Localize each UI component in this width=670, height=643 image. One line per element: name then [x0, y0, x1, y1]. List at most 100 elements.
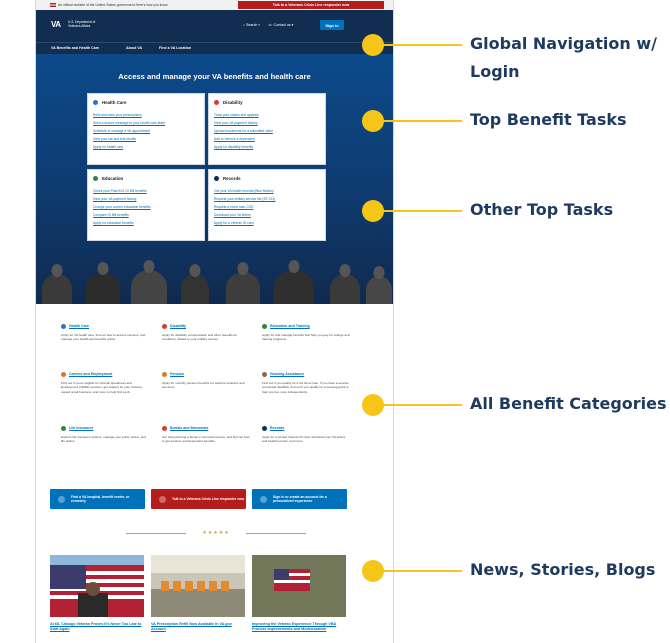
news-title[interactable]: At 68, Chicago Veteran Proves It's Never…	[50, 622, 146, 632]
task-link[interactable]: Schedule or manage a VA appointment	[93, 127, 165, 135]
benefit-description: Get help planning a burial or memorial s…	[162, 435, 250, 444]
benefit-title[interactable]: Pension	[170, 372, 184, 376]
user-icon	[260, 495, 267, 503]
callout-news-stories-blogs: News, Stories, Blogs	[470, 560, 656, 579]
pension-icon	[162, 372, 167, 377]
task-link[interactable]: Change your current education benefits	[93, 203, 151, 211]
task-link[interactable]: Compare GI Bill benefits	[93, 211, 151, 219]
task-link[interactable]: Apply for a Veteran ID card	[214, 219, 275, 227]
task-link[interactable]: Apply for health care	[93, 143, 165, 151]
benefit-description: Apply for and manage benefits that help …	[262, 333, 350, 342]
benefit-title[interactable]: Burials and Memorials	[170, 426, 208, 430]
news-image-uniform[interactable]	[252, 555, 346, 617]
benefit-title[interactable]: Records	[270, 426, 284, 430]
nav-item-find-location[interactable]: Find a VA Location	[159, 46, 191, 50]
va-homepage-screenshot: An official website of the United States…	[36, 0, 393, 643]
task-link[interactable]: Add or remove a dependent	[214, 135, 273, 143]
task-card-health-care: Health Care Refill and track your prescr…	[87, 93, 205, 165]
news-title[interactable]: VA Prescription Refill Now Available in …	[151, 622, 247, 632]
task-link[interactable]: Refill and track your prescriptions	[93, 111, 165, 119]
card-title: Records	[223, 176, 241, 181]
nav-item-benefits[interactable]: VA Benefits and Health Care	[51, 46, 99, 50]
divider-right	[246, 533, 306, 534]
task-link[interactable]: Get your VA health records (Blue Button)	[214, 187, 275, 195]
header-contact[interactable]: ☏ Contact us ▾	[268, 23, 294, 27]
divider-left	[126, 533, 186, 534]
stars-divider: ★★★★★	[202, 530, 230, 536]
task-link[interactable]: Apply for education benefits	[93, 219, 151, 227]
education-icon	[262, 324, 267, 329]
news-title[interactable]: Improving the Veteran Experience Through…	[252, 622, 348, 632]
crisis-line-banner[interactable]: Talk to a Veterans Crisis Line responder…	[238, 1, 384, 9]
callout-marker	[362, 200, 384, 222]
health-care-icon	[61, 324, 66, 329]
va-logo[interactable]: VA	[51, 20, 61, 29]
veteran-photo	[131, 260, 167, 304]
card-title: Health Care	[102, 100, 127, 105]
benefit-title[interactable]: Education and Training	[270, 324, 310, 328]
card-title: Disability	[223, 100, 243, 105]
sign-in-button[interactable]: Sign in	[320, 20, 344, 30]
disability-icon	[162, 324, 167, 329]
task-card-records: Records Get your VA health records (Blue…	[208, 169, 326, 241]
benefit-title[interactable]: Health Care	[69, 324, 89, 328]
veteran-photo	[181, 264, 209, 304]
education-icon	[93, 176, 98, 181]
site-header: VA U.S. Department of Veterans Affairs ⌕…	[36, 10, 393, 42]
health-care-icon	[93, 100, 98, 105]
news-image-pharmacy[interactable]	[151, 555, 245, 617]
task-card-disability: Disability Track your claims and appeals…	[208, 93, 326, 165]
task-card-education: Education Check your Post-9/11 GI Bill b…	[87, 169, 205, 241]
callout-marker	[362, 34, 384, 56]
task-link[interactable]: View your lab and test results	[93, 135, 165, 143]
benefit-title[interactable]: Life Insurance	[69, 426, 93, 430]
careers-icon	[61, 372, 66, 377]
task-link[interactable]: Request your military service file (SF-2…	[214, 195, 275, 203]
callout-other-top-tasks: Other Top Tasks	[470, 200, 614, 219]
callout-marker	[362, 560, 384, 582]
task-link[interactable]: Download your VA letters	[214, 211, 275, 219]
benefit-description: Apply for disability compensation and ot…	[162, 333, 238, 342]
us-flag-icon	[50, 3, 56, 7]
benefit-title[interactable]: Disability	[170, 324, 186, 328]
cta-label: Talk to a Veterans Crisis Line responder…	[172, 496, 245, 501]
task-link[interactable]: View your VA payment history	[214, 119, 273, 127]
records-icon	[262, 426, 267, 431]
sign-in-cta-button[interactable]: Sign in or create an account for a perso…	[252, 489, 347, 509]
veteran-photo	[86, 262, 120, 304]
callout-all-benefit-categories: All Benefit Categories	[470, 394, 667, 413]
records-icon	[214, 176, 219, 181]
card-title: Education	[102, 176, 124, 181]
phone-icon	[159, 495, 166, 503]
gov-banner-text[interactable]: An official website of the United States…	[58, 3, 168, 7]
task-link[interactable]: Request a home loan COE	[214, 203, 275, 211]
va-org-name: U.S. Department of Veterans Affairs	[68, 20, 96, 28]
task-link[interactable]: View your VA payment history	[93, 195, 151, 203]
pharmacy-photo	[151, 555, 245, 617]
benefit-title[interactable]: Housing Assistance	[270, 372, 304, 376]
news-image-flag[interactable]	[50, 555, 144, 617]
callout-connector	[380, 210, 462, 212]
burials-icon	[162, 426, 167, 431]
benefit-description: Apply for monthly pension benefits for w…	[162, 381, 245, 390]
callout-connector	[380, 570, 462, 572]
task-link[interactable]: Send a secure message to your health car…	[93, 119, 165, 127]
official-gov-banner: An official website of the United States…	[36, 0, 393, 10]
veteran-photo	[366, 266, 392, 304]
life-insurance-icon	[61, 426, 66, 431]
task-link[interactable]: Check your Post-9/11 GI Bill benefits	[93, 187, 151, 195]
veteran-photo	[330, 264, 360, 304]
task-link[interactable]: Apply for disability benefits	[214, 143, 273, 151]
contact-label: Contact us	[273, 23, 291, 27]
header-search[interactable]: ⌕ Search ▾	[243, 23, 260, 27]
nav-item-about[interactable]: About VA	[126, 46, 142, 50]
benefit-title[interactable]: Careers and Employment	[69, 372, 112, 376]
contact-icon: ☏	[268, 23, 273, 27]
crisis-line-button[interactable]: Talk to a Veterans Crisis Line responder…	[151, 489, 246, 509]
task-link[interactable]: Track your claims and appeals	[214, 111, 273, 119]
find-location-button[interactable]: Find a VA hospital, benefit center, or c…	[50, 489, 145, 509]
uniform-photo	[252, 555, 346, 617]
task-link[interactable]: Upload documents for a submitted claim	[214, 127, 273, 135]
benefit-description: Find out if you qualify for a VA home lo…	[262, 381, 350, 394]
veterans-photo-strip	[36, 258, 393, 304]
